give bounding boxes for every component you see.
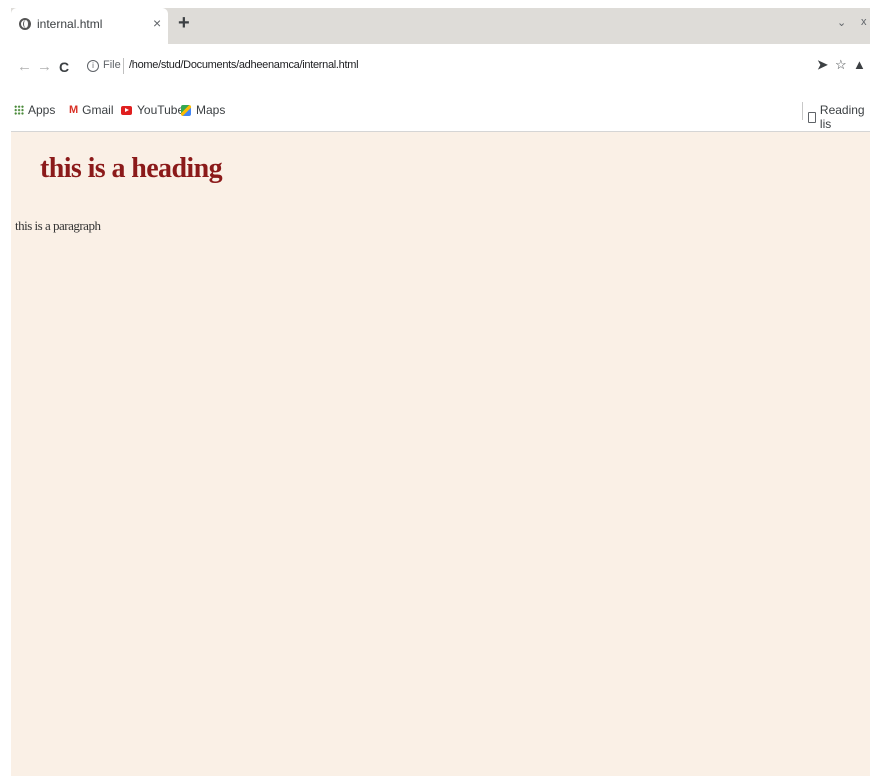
profile-icon[interactable]: ▲ [853, 57, 866, 72]
globe-icon [19, 18, 31, 30]
close-window-icon[interactable]: x [861, 16, 867, 28]
page-paragraph: this is a paragraph [15, 218, 101, 233]
bookmark-maps-label: Maps [196, 103, 226, 117]
info-icon[interactable]: i [87, 60, 99, 72]
search-tabs-icon[interactable]: ⌄ [837, 16, 846, 29]
scheme-label: File [103, 59, 121, 71]
url-text[interactable]: /home/stud/Documents/adheenamca/internal… [129, 59, 359, 71]
toolbar: ← → C i File /home/stud/Documents/adheen… [11, 44, 870, 90]
reading-list-icon [808, 111, 816, 123]
reading-list-label: Reading lis [819, 103, 865, 131]
share-icon[interactable]: ➤ [817, 57, 828, 73]
forward-icon[interactable]: → [37, 58, 52, 75]
page-heading: this is a heading [40, 153, 223, 184]
tab-title: internal.html [37, 17, 103, 31]
address-bar[interactable]: i File /home/stud/Documents/adheenamca/i… [83, 53, 809, 81]
bookmark-apps-label: Apps [28, 103, 56, 117]
bookmark-maps[interactable]: Maps [181, 103, 225, 117]
bookmark-youtube-label: YouTube [137, 103, 185, 117]
apps-grid-icon [14, 105, 24, 115]
address-separator [123, 58, 124, 74]
bookmark-star-icon[interactable]: ☆ [835, 57, 847, 73]
tab-internal-html[interactable]: internal.html × [11, 8, 168, 44]
maps-icon [181, 104, 191, 116]
new-tab-icon[interactable]: + [178, 12, 190, 35]
reading-list[interactable]: Reading lis [808, 103, 870, 131]
bookmarks-divider [802, 102, 803, 120]
bookmark-youtube[interactable]: YouTube [121, 103, 184, 117]
tab-strip: internal.html × + ⌄ x [11, 8, 870, 44]
bookmark-apps[interactable]: Apps [14, 103, 55, 117]
window-left-edge [0, 0, 11, 776]
bookmarks-bar: Apps M Gmail YouTube Maps Reading lis [11, 90, 870, 132]
bookmark-gmail[interactable]: M Gmail [69, 103, 114, 117]
browser-screenshot: internal.html × + ⌄ x ← → C i File /home… [0, 0, 870, 776]
page-content: this is a heading this is a paragraph [11, 133, 870, 776]
back-icon[interactable]: ← [17, 58, 32, 75]
youtube-icon [121, 105, 132, 115]
tab-close-icon[interactable]: × [153, 15, 161, 31]
browser-window: internal.html × + ⌄ x ← → C i File /home… [11, 8, 870, 776]
reload-icon[interactable]: C [59, 59, 69, 75]
gmail-icon: M [69, 104, 79, 116]
bookmark-gmail-label: Gmail [82, 103, 114, 117]
